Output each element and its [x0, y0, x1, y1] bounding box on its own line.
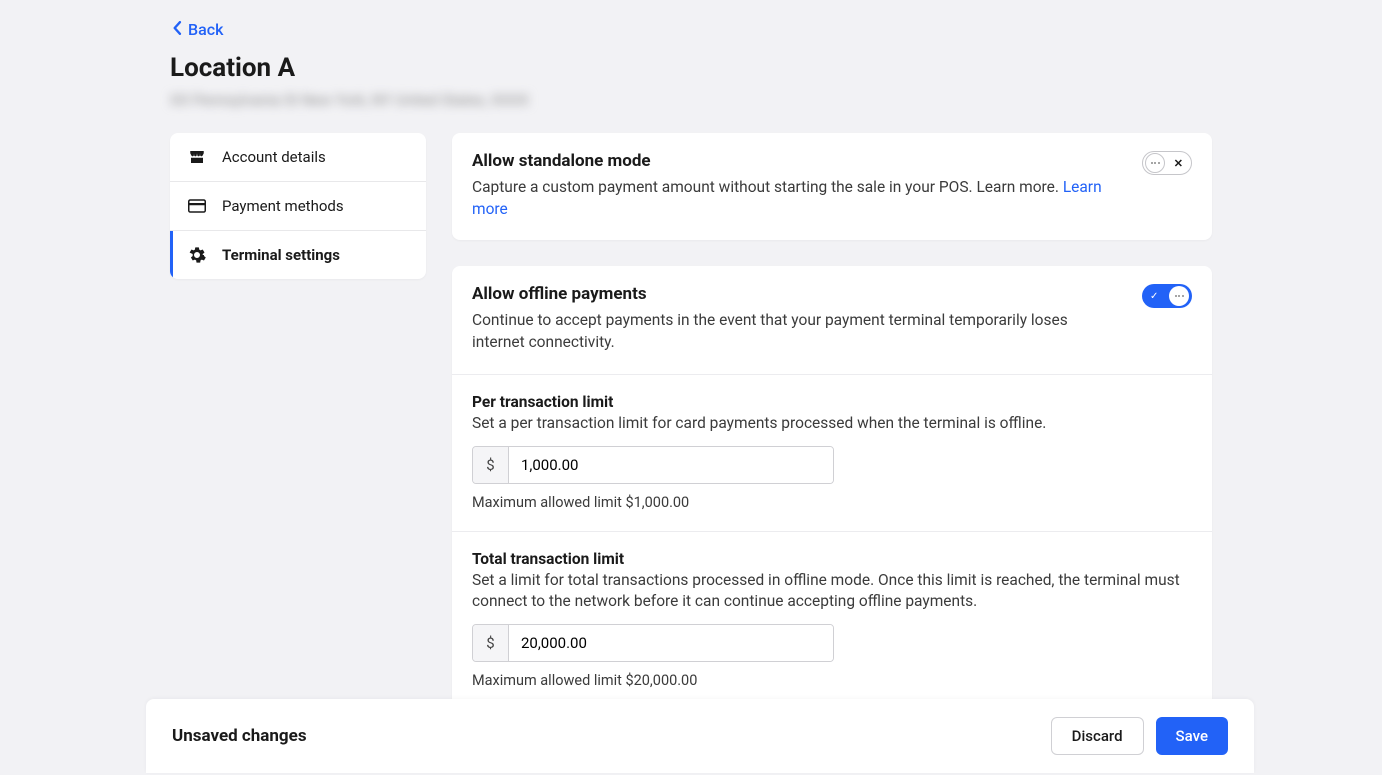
standalone-mode-card: Allow standalone mode Capture a custom p…	[452, 133, 1212, 240]
page-title: Location A	[170, 53, 1212, 83]
storefront-icon	[188, 148, 206, 166]
per-transaction-helper: Maximum allowed limit $1,000.00	[472, 494, 1192, 511]
standalone-title: Allow standalone mode	[472, 151, 1122, 171]
save-button[interactable]: Save	[1156, 717, 1228, 755]
total-transaction-title: Total transaction limit	[472, 550, 1192, 568]
sidebar-item-label: Terminal settings	[222, 246, 340, 264]
total-transaction-input-group: $	[472, 624, 834, 662]
sidebar-item-terminal-settings[interactable]: Terminal settings	[170, 231, 426, 279]
offline-title: Allow offline payments	[472, 284, 1122, 304]
per-transaction-input-group: $	[472, 446, 834, 484]
total-transaction-input[interactable]	[509, 625, 833, 661]
toggle-knob	[1169, 286, 1189, 306]
currency-prefix: $	[473, 447, 509, 483]
back-link[interactable]: Back	[172, 20, 223, 39]
offline-toggle[interactable]: ✓	[1142, 284, 1192, 308]
offline-payments-card: Allow offline payments Continue to accep…	[452, 266, 1212, 708]
total-transaction-helper: Maximum allowed limit $20,000.00	[472, 672, 1192, 689]
sidebar-item-account-details[interactable]: Account details	[170, 133, 426, 182]
location-address: XX Pennsylvania St New York, NY United S…	[170, 91, 530, 109]
sidebar-item-label: Account details	[222, 148, 326, 166]
gear-icon	[188, 246, 206, 264]
toggle-knob	[1145, 153, 1165, 173]
discard-button[interactable]: Discard	[1051, 717, 1144, 755]
offline-desc: Continue to accept payments in the event…	[472, 310, 1122, 353]
check-icon: ✓	[1150, 291, 1158, 302]
standalone-toggle[interactable]: ✕	[1142, 151, 1192, 175]
back-label: Back	[188, 20, 223, 39]
action-bar: Unsaved changes Discard Save	[146, 699, 1254, 773]
total-transaction-desc: Set a limit for total transactions proce…	[472, 570, 1192, 612]
sidebar-item-payment-methods[interactable]: Payment methods	[170, 182, 426, 231]
sidebar-item-label: Payment methods	[222, 197, 344, 215]
per-transaction-input[interactable]	[509, 447, 833, 483]
sidebar: Account details Payment methods Terminal…	[170, 133, 426, 279]
per-transaction-desc: Set a per transaction limit for card pay…	[472, 413, 1192, 434]
unsaved-changes-label: Unsaved changes	[172, 726, 307, 746]
currency-prefix: $	[473, 625, 509, 661]
per-transaction-title: Per transaction limit	[472, 393, 1192, 411]
x-icon: ✕	[1174, 157, 1183, 170]
credit-card-icon	[188, 199, 206, 213]
standalone-desc: Capture a custom payment amount without …	[472, 177, 1122, 220]
chevron-left-icon	[172, 20, 182, 39]
